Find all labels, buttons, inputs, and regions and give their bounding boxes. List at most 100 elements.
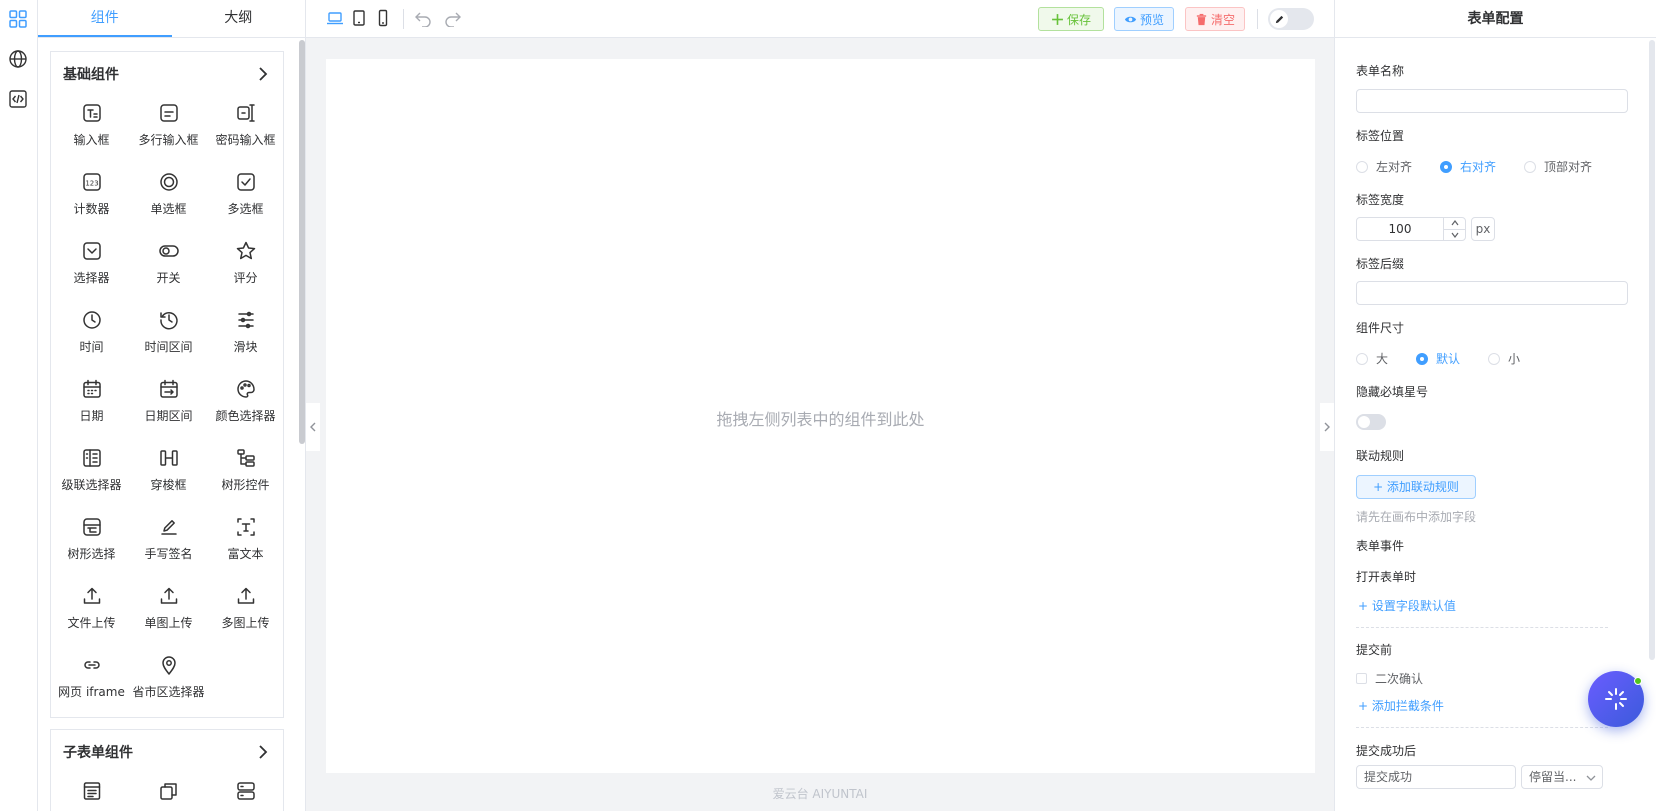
component-item[interactable]: 评分 <box>207 234 284 303</box>
basic-components-header[interactable]: 基础组件 <box>51 52 283 96</box>
config-scrollbar[interactable] <box>1649 40 1655 660</box>
component-item[interactable]: 文件上传 <box>53 579 130 648</box>
on-open-label: 打开表单时 <box>1356 570 1417 584</box>
component-item[interactable]: 穿梭框 <box>130 441 207 510</box>
component-item[interactable]: 多图上传 <box>207 579 284 648</box>
redo-icon[interactable] <box>444 9 464 29</box>
linkage-hint: 请先在画布中添加字段 <box>1356 510 1477 524</box>
slider-icon <box>237 311 254 329</box>
component-item[interactable]: 手写签名 <box>130 510 207 579</box>
hide-required-switch[interactable] <box>1356 414 1386 430</box>
grid-icon[interactable] <box>8 9 30 31</box>
transfer-icon <box>159 450 178 466</box>
form-name-input[interactable] <box>1356 89 1628 113</box>
component-item[interactable]: 单选框 <box>130 165 207 234</box>
textarea-icon <box>159 104 178 122</box>
preview-button[interactable]: 预览 <box>1114 7 1174 31</box>
text-input-icon <box>82 104 101 122</box>
subform-components-grid <box>51 774 283 811</box>
radio-top-align[interactable]: 顶部对齐 <box>1524 158 1592 175</box>
component-item[interactable]: 富文本 <box>207 510 284 579</box>
component-item[interactable]: 时间区间 <box>130 303 207 372</box>
component-item[interactable]: 多行输入框 <box>130 96 207 165</box>
calendar-icon <box>82 379 101 398</box>
radio-size-default[interactable]: 默认 <box>1416 350 1460 367</box>
collapse-left-button[interactable] <box>306 403 320 451</box>
label-suffix-input[interactable] <box>1356 281 1628 305</box>
radio-size-small[interactable]: 小 <box>1488 350 1520 367</box>
phone-icon[interactable] <box>374 9 394 29</box>
component-item[interactable]: 123 计数器 <box>53 165 130 234</box>
label-width-value[interactable]: 100 <box>1357 218 1443 240</box>
component-item[interactable]: 颜色选择器 <box>207 372 284 441</box>
component-item[interactable]: 日期区间 <box>130 372 207 441</box>
component-item[interactable]: 滑块 <box>207 303 284 372</box>
set-default-value-link[interactable]: + 设置字段默认值 <box>1358 597 1456 614</box>
clock-icon <box>82 311 101 329</box>
add-intercept-link[interactable]: + 添加拦截条件 <box>1358 697 1444 714</box>
component-item[interactable]: 开关 <box>130 234 207 303</box>
icon-rail <box>0 0 38 811</box>
component-item-label: 滑块 <box>233 340 258 354</box>
label-width-stepper[interactable]: 100 <box>1356 217 1466 241</box>
tab-outline[interactable]: 大纲 <box>172 0 306 37</box>
size-label: 组件尺寸 <box>1356 321 1405 335</box>
component-item[interactable]: 日期 <box>53 372 130 441</box>
tablet-icon[interactable] <box>350 9 370 29</box>
component-item[interactable]: 密码输入框 <box>207 96 284 165</box>
panel-scrollbar[interactable] <box>299 40 305 444</box>
radio-left-align[interactable]: 左对齐 <box>1356 158 1412 175</box>
globe-icon[interactable] <box>8 49 30 71</box>
switch-icon <box>158 245 179 257</box>
component-item[interactable]: 网页 iframe <box>53 648 130 717</box>
add-linkage-button[interactable]: + 添加联动规则 <box>1356 475 1476 499</box>
component-item[interactable]: 选择器 <box>53 234 130 303</box>
component-item[interactable]: 时间 <box>53 303 130 372</box>
component-item[interactable] <box>207 774 284 811</box>
label-width-unit: px <box>1471 217 1495 241</box>
success-message-input[interactable]: 提交成功 <box>1356 765 1516 789</box>
rich-text-icon <box>236 518 255 536</box>
subform-components-header[interactable]: 子表单组件 <box>51 730 283 774</box>
theme-toggle[interactable] <box>1268 8 1314 30</box>
component-item[interactable]: 树形选择 <box>53 510 130 579</box>
component-item[interactable] <box>53 774 130 811</box>
sparkle-icon <box>1605 688 1627 710</box>
footer-brand: 爱云台 AIYUNTAI <box>772 787 868 801</box>
component-item[interactable] <box>130 774 207 811</box>
after-submit-select[interactable]: 停留当... <box>1521 765 1603 789</box>
divider <box>1356 727 1608 728</box>
chevron-down-icon[interactable] <box>1444 228 1465 241</box>
confirm-checkbox[interactable]: 二次确认 <box>1356 670 1423 687</box>
form-canvas[interactable]: 拖拽左侧列表中的组件到此处 <box>326 59 1315 773</box>
component-item-label: 级联选择器 <box>61 478 122 492</box>
component-item-label: 开关 <box>156 271 181 285</box>
signature-icon <box>160 520 177 535</box>
component-item[interactable]: 多选框 <box>207 165 284 234</box>
undo-icon[interactable] <box>414 9 434 29</box>
radio-size-large[interactable]: 大 <box>1356 350 1388 367</box>
ai-assistant-button[interactable] <box>1588 671 1644 727</box>
plus-icon <box>1052 13 1063 25</box>
component-item-label: 手写签名 <box>144 547 193 561</box>
component-item[interactable]: 输入框 <box>53 96 130 165</box>
component-item-label: 时间区间 <box>144 340 193 354</box>
component-item-label: 穿梭框 <box>150 478 187 492</box>
save-button[interactable]: 保存 <box>1038 7 1104 31</box>
component-item[interactable]: 树形控件 <box>207 441 284 510</box>
laptop-icon[interactable] <box>326 9 346 29</box>
component-item[interactable]: 级联选择器 <box>53 441 130 510</box>
upload-icon <box>160 587 177 604</box>
chevron-up-icon[interactable] <box>1444 218 1465 229</box>
radio-right-align[interactable]: 右对齐 <box>1440 158 1496 175</box>
collapse-right-button[interactable] <box>1320 403 1334 451</box>
group-title: 子表单组件 <box>63 745 133 761</box>
tab-components[interactable]: 组件 <box>38 0 172 37</box>
clear-button[interactable]: 清空 <box>1185 7 1245 31</box>
component-item[interactable]: 省市区选择器 <box>130 648 207 717</box>
component-item[interactable]: 单图上传 <box>130 579 207 648</box>
component-item-label: 日期 <box>79 409 104 423</box>
code-icon[interactable] <box>8 89 30 111</box>
component-item-label: 日期区间 <box>144 409 193 423</box>
component-item-label: 树形选择 <box>67 547 116 561</box>
